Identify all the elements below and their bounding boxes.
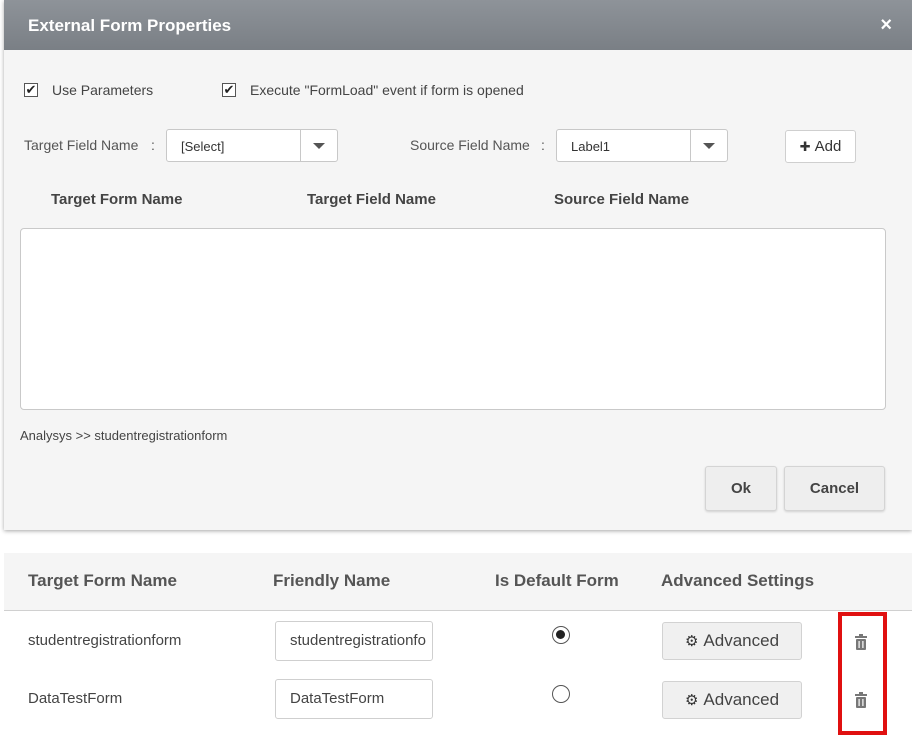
- gear-icon: ⚙: [684, 692, 699, 709]
- close-icon[interactable]: ×: [880, 14, 892, 37]
- plus-icon: ✚: [799, 138, 811, 154]
- cancel-button[interactable]: Cancel: [784, 466, 885, 511]
- cancel-button-label: Cancel: [809, 480, 860, 497]
- use-parameters-checkbox[interactable]: ✔: [24, 83, 38, 97]
- source-field-dropdown-toggle[interactable]: [690, 130, 727, 161]
- default-form-radio[interactable]: [552, 626, 570, 644]
- target-field-select[interactable]: [Select]: [166, 129, 338, 162]
- chevron-down-icon: [703, 143, 715, 149]
- friendly-name-input[interactable]: studentregistrationfo: [275, 621, 433, 661]
- add-mapping-button[interactable]: ✚ Add: [785, 130, 856, 163]
- target-field-colon: :: [151, 137, 155, 153]
- target-field-label: Target Field Name: [24, 137, 139, 153]
- advanced-button-label: Advanced: [703, 690, 780, 709]
- ok-button-label: Ok: [730, 480, 751, 497]
- advanced-button[interactable]: ⚙ Advanced: [662, 622, 802, 660]
- execute-formload-option[interactable]: ✔ Execute "FormLoad" event if form is op…: [222, 82, 524, 98]
- col-advanced-settings: Advanced Settings: [661, 571, 815, 590]
- col-friendly-name: Friendly Name: [273, 571, 391, 590]
- friendly-name-input[interactable]: DataTestForm: [275, 679, 433, 719]
- target-field-dropdown-toggle[interactable]: [300, 130, 337, 161]
- source-field-select[interactable]: Label1: [556, 129, 728, 162]
- mapping-col-source-field: Source Field Name: [554, 191, 690, 208]
- target-field-value: [Select]: [181, 139, 225, 154]
- execute-formload-checkbox[interactable]: ✔: [222, 83, 236, 97]
- mapping-col-target-form: Target Form Name: [51, 191, 183, 208]
- dialog-title: External Form Properties: [28, 16, 232, 35]
- delete-column-highlight: [838, 612, 887, 735]
- mapping-col-target-field: Target Field Name: [307, 191, 436, 208]
- dialog-titlebar: External Form Properties ×: [4, 0, 912, 50]
- use-parameters-label: Use Parameters: [52, 82, 154, 98]
- gear-icon: ⚙: [684, 633, 699, 650]
- source-field-label: Source Field Name: [410, 137, 530, 153]
- chevron-down-icon: [313, 143, 325, 149]
- advanced-button-label: Advanced: [703, 631, 780, 650]
- breadcrumb: Analysys >> studentregistrationform: [20, 428, 228, 443]
- default-form-radio[interactable]: [552, 685, 570, 703]
- target-form-name: DataTestForm: [28, 690, 123, 707]
- add-button-label: Add: [814, 138, 842, 155]
- mapping-list[interactable]: [20, 228, 886, 410]
- col-target-form-name: Target Form Name: [28, 571, 177, 590]
- col-is-default-form: Is Default Form: [495, 571, 619, 590]
- source-field-value: Label1: [571, 139, 611, 154]
- radio-selected-dot: [556, 630, 565, 639]
- source-field-colon: :: [541, 137, 545, 153]
- target-form-name: studentregistrationform: [28, 632, 182, 649]
- use-parameters-option[interactable]: ✔ Use Parameters: [24, 82, 153, 98]
- execute-formload-label: Execute "FormLoad" event if form is open…: [250, 82, 524, 98]
- ok-button[interactable]: Ok: [705, 466, 777, 511]
- advanced-button[interactable]: ⚙ Advanced: [662, 681, 802, 719]
